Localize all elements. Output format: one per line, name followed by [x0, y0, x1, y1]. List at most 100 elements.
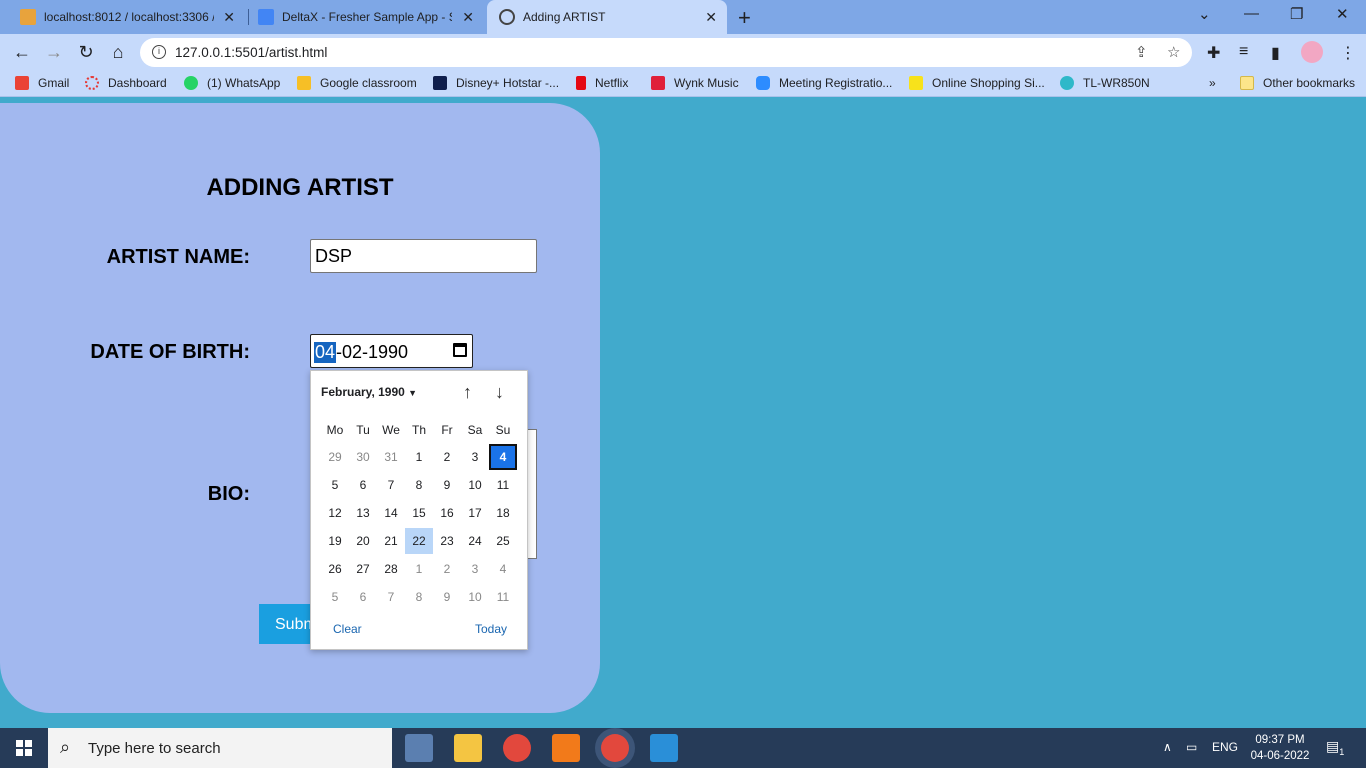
calendar-day[interactable]: 5 — [321, 584, 349, 610]
clear-button[interactable]: Clear — [333, 622, 362, 636]
calendar-day[interactable]: 15 — [405, 500, 433, 526]
bookmark-shopping[interactable]: Online Shopping Si... — [909, 76, 1045, 90]
bookmark-meeting[interactable]: Meeting Registratio... — [756, 76, 892, 90]
bookmark-other[interactable]: Other bookmarks — [1240, 76, 1355, 90]
forward-icon[interactable]: → — [44, 42, 64, 63]
calendar-day[interactable]: 1 — [405, 444, 433, 470]
close-tab-icon[interactable]: ✕ — [223, 9, 235, 26]
calendar-day[interactable]: 8 — [405, 472, 433, 498]
tab-deltax[interactable]: DeltaX - Fresher Sample App - Sp ✕ — [258, 0, 484, 34]
xampp-icon[interactable] — [552, 734, 580, 762]
bookmark-netflix[interactable]: Netflix — [576, 76, 628, 90]
notification-center-icon[interactable]: ▤1 — [1326, 738, 1344, 757]
calendar-day[interactable]: 22 — [405, 528, 433, 554]
vscode-icon[interactable] — [650, 734, 678, 762]
calendar-day[interactable]: 9 — [433, 472, 461, 498]
tab-phpmyadmin[interactable]: localhost:8012 / localhost:3306 / ✕ — [20, 0, 245, 34]
calendar-day[interactable]: 20 — [349, 528, 377, 554]
minimize-icon[interactable]: — — [1244, 5, 1259, 22]
side-panel-icon[interactable]: ▮ — [1271, 43, 1280, 63]
calendar-day[interactable]: 2 — [433, 444, 461, 470]
dob-day-segment[interactable]: 04 — [314, 342, 337, 363]
calendar-day[interactable]: 2 — [433, 556, 461, 582]
calendar-day[interactable]: 25 — [489, 528, 517, 554]
show-hidden-icons[interactable]: ∧ — [1163, 740, 1172, 754]
calendar-day[interactable]: 12 — [321, 500, 349, 526]
url-text[interactable]: 127.0.0.1:5501/artist.html — [175, 45, 327, 60]
taskbar-search-box[interactable]: ⌕ Type here to search — [48, 728, 392, 768]
calendar-day[interactable]: 11 — [489, 472, 517, 498]
bookmarks-overflow[interactable]: » — [1209, 76, 1216, 90]
calendar-day[interactable]: 19 — [321, 528, 349, 554]
bookmark-whatsapp[interactable]: (1) WhatsApp — [184, 76, 280, 90]
media-icon[interactable]: ≡ — [1239, 43, 1248, 61]
tab-search-icon[interactable]: ⌄ — [1198, 5, 1211, 23]
restore-icon[interactable]: ❐ — [1290, 5, 1303, 23]
new-tab-icon[interactable]: + — [738, 5, 751, 31]
extensions-icon[interactable]: ✚ — [1207, 43, 1220, 63]
chrome-profile-icon[interactable] — [601, 734, 629, 762]
calendar-day[interactable]: 16 — [433, 500, 461, 526]
calendar-day[interactable]: 13 — [349, 500, 377, 526]
calendar-day[interactable]: 21 — [377, 528, 405, 554]
calendar-day[interactable]: 18 — [489, 500, 517, 526]
site-info-icon[interactable]: i — [152, 45, 166, 59]
bookmark-hotstar[interactable]: Disney+ Hotstar -... — [433, 76, 559, 90]
bookmark-google-classroom[interactable]: Google classroom — [297, 76, 417, 90]
file-explorer-icon[interactable] — [454, 734, 482, 762]
calendar-day[interactable]: 6 — [349, 584, 377, 610]
reload-icon[interactable]: ↻ — [76, 42, 96, 63]
tab-adding-artist[interactable]: Adding ARTIST ✕ — [487, 0, 727, 34]
calendar-day[interactable]: 1 — [405, 556, 433, 582]
calendar-day[interactable]: 28 — [377, 556, 405, 582]
bookmark-gmail[interactable]: Gmail — [15, 76, 69, 90]
back-icon[interactable]: ← — [12, 42, 32, 63]
close-tab-icon[interactable]: ✕ — [462, 9, 474, 26]
calendar-day[interactable]: 30 — [349, 444, 377, 470]
calendar-day[interactable]: 8 — [405, 584, 433, 610]
calendar-day[interactable]: 17 — [461, 500, 489, 526]
calendar-day[interactable]: 27 — [349, 556, 377, 582]
calendar-day[interactable]: 14 — [377, 500, 405, 526]
bookmark-dashboard[interactable]: Dashboard — [85, 76, 167, 90]
calendar-day[interactable]: 4 — [489, 444, 517, 470]
calendar-icon[interactable] — [453, 343, 467, 357]
calendar-day[interactable]: 6 — [349, 472, 377, 498]
network-icon[interactable]: ▭ — [1186, 740, 1197, 754]
dob-month-year[interactable]: -02-1990 — [336, 342, 408, 363]
calendar-day[interactable]: 26 — [321, 556, 349, 582]
calendar-day[interactable]: 11 — [489, 584, 517, 610]
month-year-select[interactable]: February, 1990 ▼ — [321, 385, 417, 399]
calendar-day[interactable]: 5 — [321, 472, 349, 498]
calendar-day[interactable]: 10 — [461, 584, 489, 610]
share-icon[interactable]: ⇪ — [1135, 43, 1148, 61]
home-icon[interactable]: ⌂ — [108, 42, 128, 63]
previous-month-arrow-icon[interactable]: ↑ — [463, 382, 472, 403]
profile-avatar[interactable] — [1301, 41, 1323, 63]
address-bar[interactable]: i 127.0.0.1:5501/artist.html ⇪ ☆ — [140, 38, 1192, 67]
calendar-day[interactable]: 4 — [489, 556, 517, 582]
calendar-day[interactable]: 3 — [461, 556, 489, 582]
calendar-day[interactable]: 7 — [377, 584, 405, 610]
menu-icon[interactable]: ⋮ — [1340, 43, 1356, 63]
next-month-arrow-icon[interactable]: ↓ — [495, 382, 504, 403]
close-window-icon[interactable]: ✕ — [1336, 5, 1349, 23]
close-tab-icon[interactable]: ✕ — [705, 9, 717, 26]
calendar-day[interactable]: 9 — [433, 584, 461, 610]
bookmark-wynk[interactable]: Wynk Music — [651, 76, 739, 90]
calendar-day[interactable]: 3 — [461, 444, 489, 470]
this-pc-icon[interactable] — [405, 734, 433, 762]
windows-start-icon[interactable] — [16, 740, 32, 756]
bookmark-tplink[interactable]: TL-WR850N — [1060, 76, 1150, 90]
calendar-day[interactable]: 29 — [321, 444, 349, 470]
calendar-day[interactable]: 7 — [377, 472, 405, 498]
chrome-icon[interactable] — [503, 734, 531, 762]
calendar-day[interactable]: 10 — [461, 472, 489, 498]
system-clock[interactable]: 09:37 PM 04-06-2022 — [1240, 732, 1320, 764]
today-button[interactable]: Today — [475, 622, 507, 636]
calendar-day[interactable]: 23 — [433, 528, 461, 554]
dob-input[interactable]: 04 -02-1990 — [310, 334, 473, 368]
calendar-day[interactable]: 24 — [461, 528, 489, 554]
artist-name-input[interactable]: DSP — [310, 239, 537, 273]
star-icon[interactable]: ☆ — [1167, 43, 1180, 61]
